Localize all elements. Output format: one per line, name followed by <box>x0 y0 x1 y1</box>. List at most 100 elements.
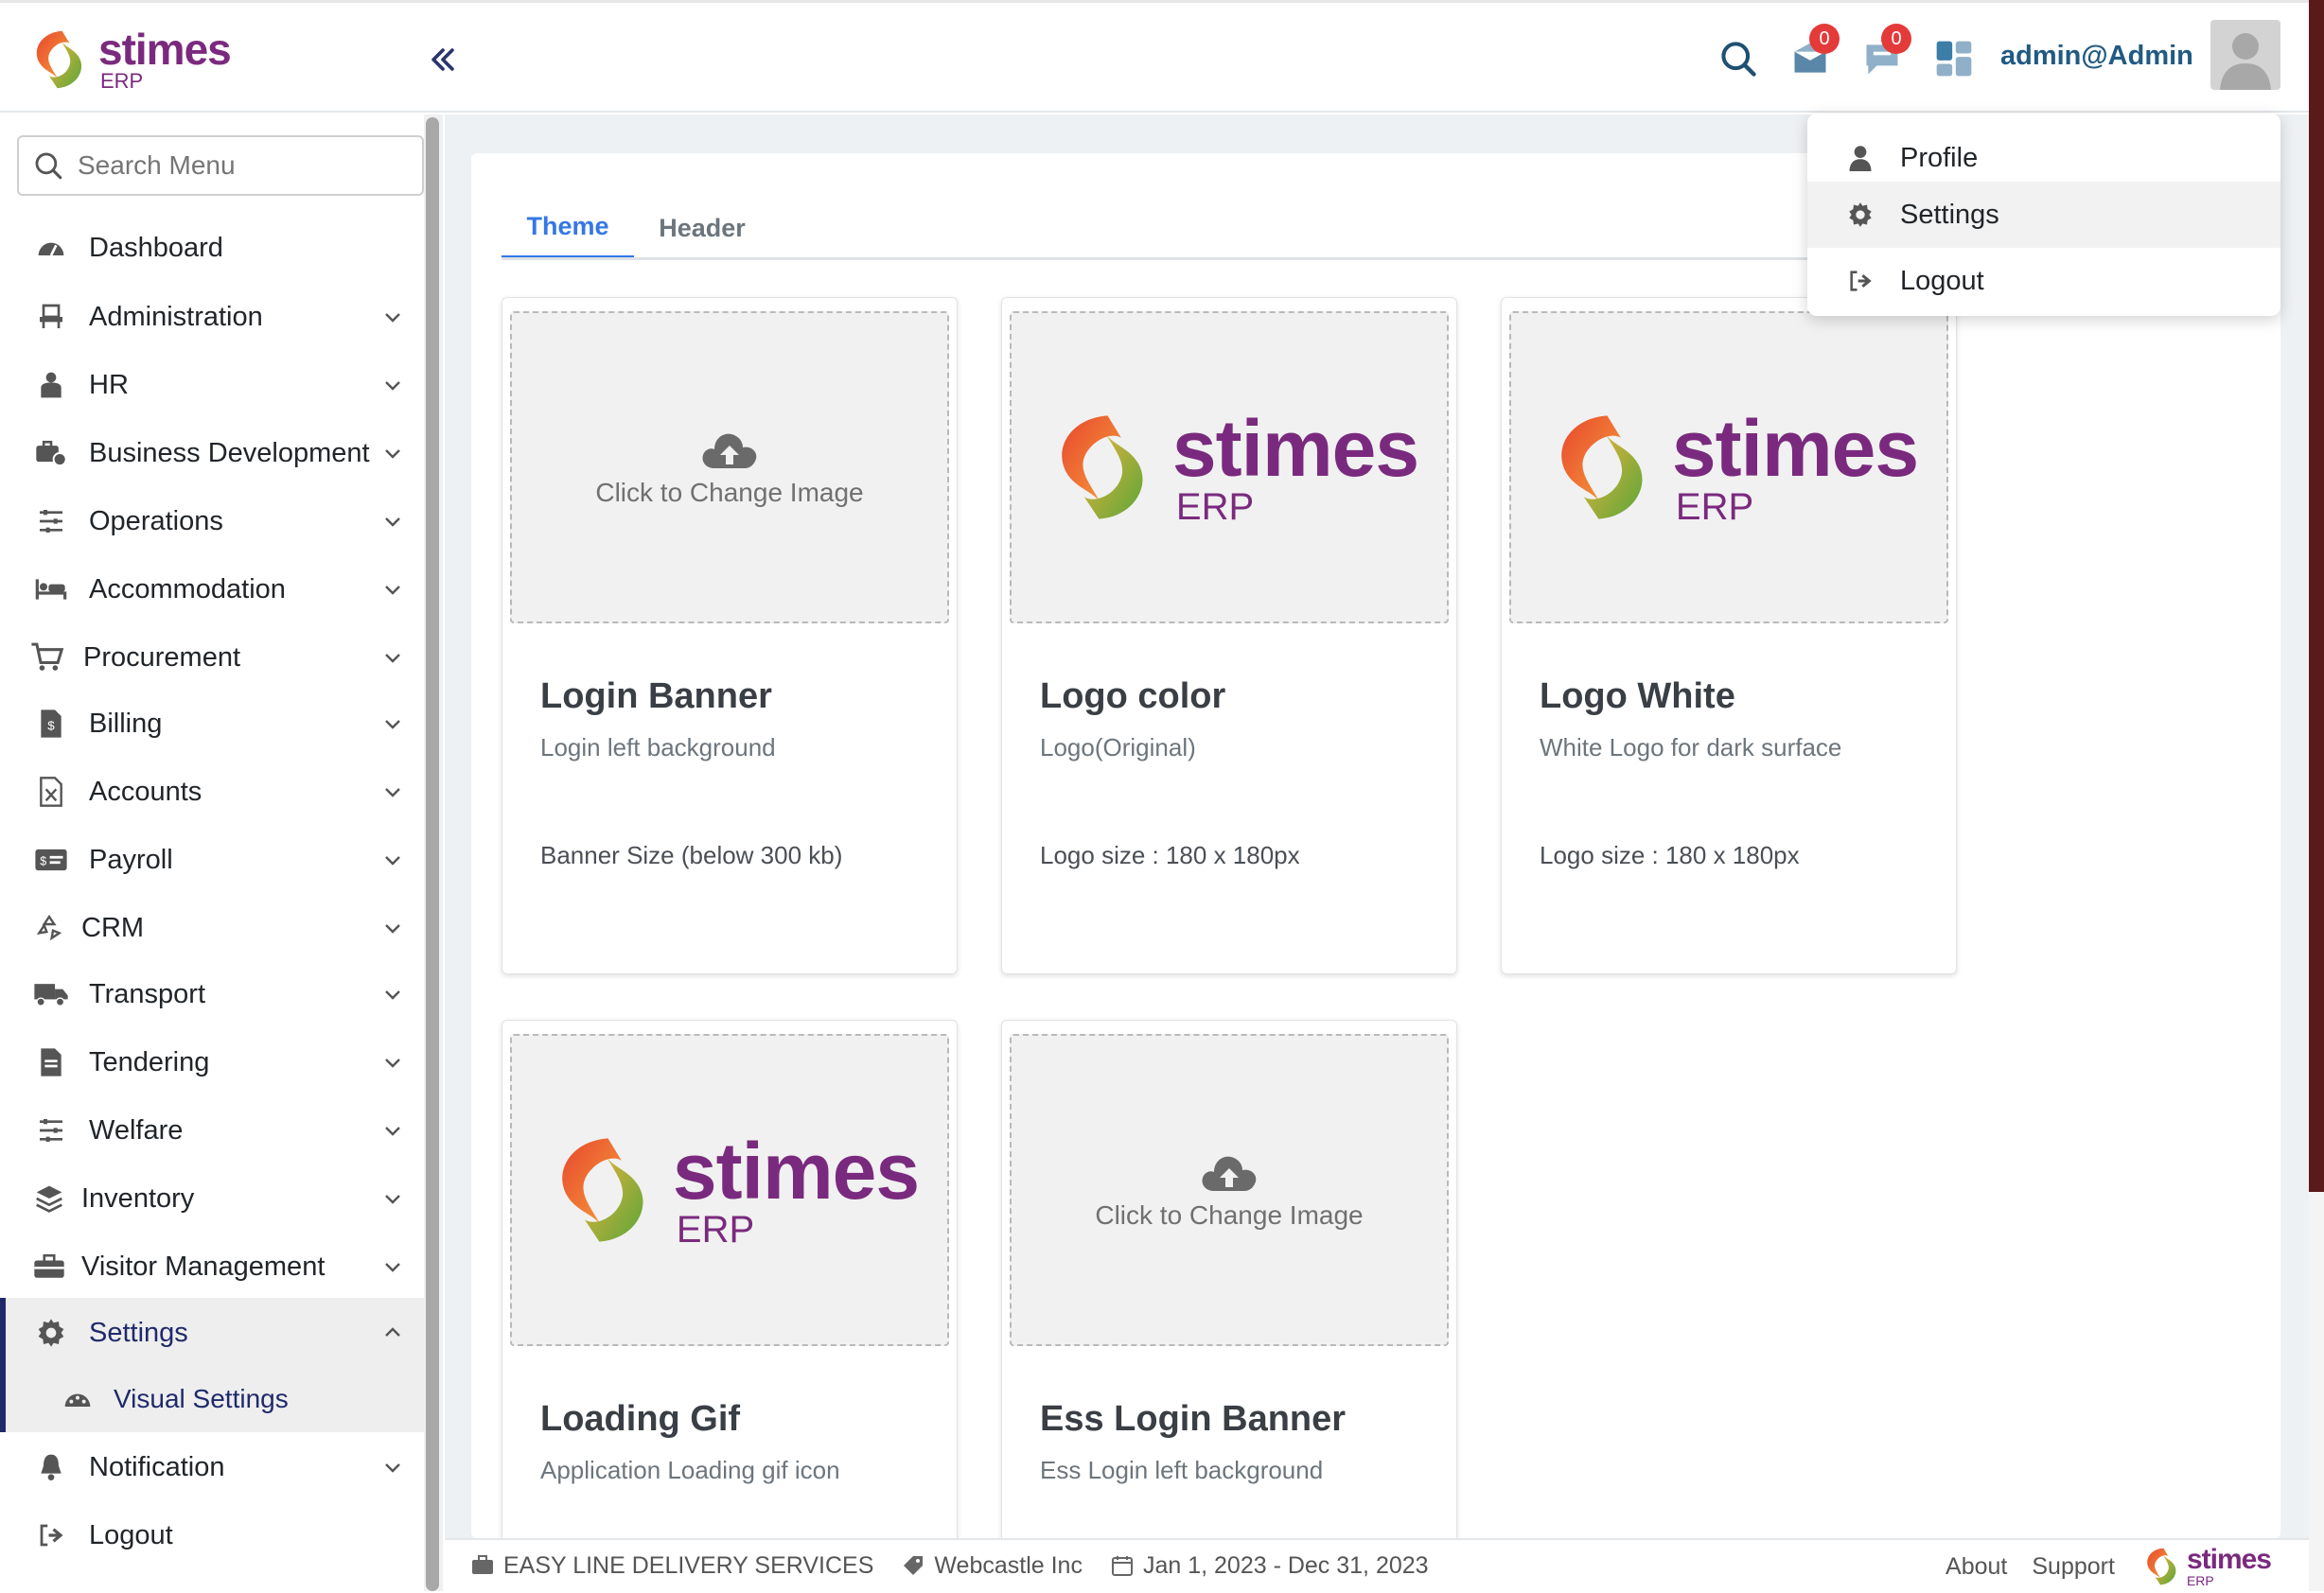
sidebar-item-label: HR <box>89 369 129 400</box>
sidebar-subitem-label: Visual Settings <box>114 1384 289 1413</box>
chevron-down-icon <box>385 381 400 391</box>
dropdown-logout[interactable]: Logout <box>1807 248 2280 314</box>
sidebar-item-inventory[interactable]: Inventory <box>0 1165 424 1232</box>
sidebar-item-label: Notification <box>89 1451 225 1482</box>
sidebar-item-payroll[interactable]: $ Payroll <box>0 827 424 893</box>
footer-company: EASY LINE DELIVERY SERVICES <box>471 1552 873 1580</box>
chevron-down-icon <box>385 1059 400 1068</box>
top-header: stimes ERP 0 0 admin@Admin <box>0 3 2309 113</box>
footer-company-label: EASY LINE DELIVERY SERVICES <box>503 1551 874 1579</box>
sidebar-item-operations[interactable]: Operations <box>0 488 424 554</box>
header-search-button[interactable] <box>1715 35 1762 82</box>
sidebar-item-label: Accommodation <box>89 573 286 604</box>
gear-icon <box>38 1319 64 1347</box>
logo-white-preview: stimes ERP <box>1540 406 1919 529</box>
sidebar-item-label: Inventory <box>81 1182 195 1214</box>
tab-theme[interactable]: Theme <box>502 197 634 259</box>
sidebar-item-procurement[interactable]: Procurement <box>0 624 424 691</box>
brand-sub: ERP <box>100 69 144 93</box>
sidebar-item-logout[interactable]: Logout <box>0 1502 424 1568</box>
sidebar-item-hr[interactable]: HR <box>0 352 424 418</box>
search-menu-input[interactable] <box>76 149 397 182</box>
loading-gif-preview: stimes ERP <box>540 1127 920 1252</box>
footer-brand-name: stimes <box>2186 1544 2272 1575</box>
sidebar-item-label: Welfare <box>89 1114 184 1146</box>
collapse-sidebar-button[interactable] <box>420 37 466 82</box>
chevron-down-icon <box>385 1463 400 1473</box>
apps-button[interactable] <box>1930 35 1978 82</box>
sidebar-item-billing[interactable]: $ Billing <box>0 691 424 757</box>
sidebar-item-label: Tendering <box>89 1046 210 1077</box>
sidebar-item-welfare[interactable]: Welfare <box>0 1097 424 1164</box>
dropdown-settings[interactable]: Settings <box>1807 182 2280 248</box>
card-note: Logo size : 180 x 180px <box>1040 841 1300 869</box>
avatar[interactable] <box>2210 20 2280 90</box>
sidebar-item-tendering[interactable]: Tendering <box>0 1029 424 1095</box>
upload-label: Click to Change Image <box>1095 1200 1364 1230</box>
chevron-down-icon <box>385 1263 400 1272</box>
sidebar-item-business-development[interactable]: Business Development <box>0 420 424 486</box>
chevron-down-icon <box>385 924 400 934</box>
sidebar-item-administration[interactable]: Administration <box>0 284 424 350</box>
user-avatar-icon <box>2220 33 2271 90</box>
logo-preview-sub: ERP <box>1175 486 1255 528</box>
sidebar-subitem-visual-settings[interactable]: Visual Settings <box>0 1366 424 1432</box>
image-upload-area[interactable]: stimes ERP <box>1509 311 1948 623</box>
chevron-down-icon <box>385 586 400 595</box>
sidebar-item-notification[interactable]: Notification <box>0 1434 424 1500</box>
card-subtitle: Login left background <box>540 733 776 761</box>
sidebar-item-label: Payroll <box>89 844 173 875</box>
image-upload-area[interactable]: stimes ERP <box>510 1034 949 1346</box>
logo-preview-name: stimes <box>672 1127 920 1216</box>
sidebar-search[interactable] <box>17 135 424 196</box>
page-scrollbar-thumb[interactable] <box>2309 0 2324 1192</box>
card-subtitle: Ess Login left background <box>1040 1456 1324 1484</box>
sidebar-item-transport[interactable]: Transport <box>0 961 424 1027</box>
footer-tenant: Webcastle Inc <box>902 1552 1083 1580</box>
dropdown-item-label: Settings <box>1900 199 1999 230</box>
image-upload-area[interactable]: Click to Change Image <box>510 311 949 623</box>
sidebar-item-settings[interactable]: Settings <box>0 1300 424 1366</box>
excel-file-icon <box>40 777 62 807</box>
sidebar-item-label: Logout <box>89 1519 173 1550</box>
chevron-down-icon <box>385 1195 400 1204</box>
user-name[interactable]: admin@Admin <box>2000 37 2193 75</box>
chevron-down-icon <box>385 313 400 323</box>
brand-swoosh-icon <box>2139 1545 2183 1588</box>
tab-header[interactable]: Header <box>640 197 765 259</box>
card-title: Ess Login Banner <box>1040 1399 1347 1439</box>
user-icon <box>1849 146 1872 171</box>
footer-brand-sub: ERP <box>2186 1573 2214 1588</box>
mail-badge: 0 <box>1809 24 1840 54</box>
apps-grid-icon <box>1936 41 1972 77</box>
card-title: Logo White <box>1540 676 1735 716</box>
image-upload-area[interactable]: Click to Change Image <box>1010 1034 1449 1346</box>
card-title: Loading Gif <box>540 1399 741 1439</box>
sidebar-item-crm[interactable]: CRM <box>0 895 424 961</box>
sidebar-item-dashboard[interactable]: Dashboard <box>0 215 424 281</box>
card-subtitle: Logo(Original) <box>1040 733 1196 761</box>
footer-about-link[interactable]: About <box>1945 1553 2007 1581</box>
gear-icon <box>1849 202 1872 227</box>
chevron-down-icon <box>385 990 400 1000</box>
chat-notification-button[interactable]: 0 <box>1858 24 1911 82</box>
sidebar-item-label: Accounts <box>89 776 202 807</box>
sidebar-item-label: Business Development <box>89 437 370 468</box>
sidebar-item-accounts[interactable]: Accounts <box>0 759 424 825</box>
sidebar-item-label: Visitor Management <box>81 1251 326 1282</box>
footer-support-link[interactable]: Support <box>2032 1553 2115 1581</box>
sidebar-item-visitor-management[interactable]: Visitor Management <box>0 1234 424 1300</box>
brand-swoosh-icon <box>25 26 93 94</box>
brand-swoosh-icon <box>1040 406 1163 529</box>
mail-notification-button[interactable]: 0 <box>1787 24 1840 82</box>
chair-icon <box>40 304 62 328</box>
sidebar-item-accommodation[interactable]: Accommodation <box>0 556 424 622</box>
image-upload-area[interactable]: stimes ERP <box>1010 311 1449 623</box>
double-chevron-left-icon <box>431 48 454 71</box>
brand-name: stimes <box>98 25 232 74</box>
logout-icon <box>40 1524 63 1547</box>
card-title: Login Banner <box>540 676 772 716</box>
sidebar-scrollbar-thumb[interactable] <box>426 117 439 1591</box>
brand-logo[interactable]: stimes ERP <box>25 25 232 94</box>
footer-period: Jan 1, 2023 - Dec 31, 2023 <box>1111 1552 1429 1580</box>
